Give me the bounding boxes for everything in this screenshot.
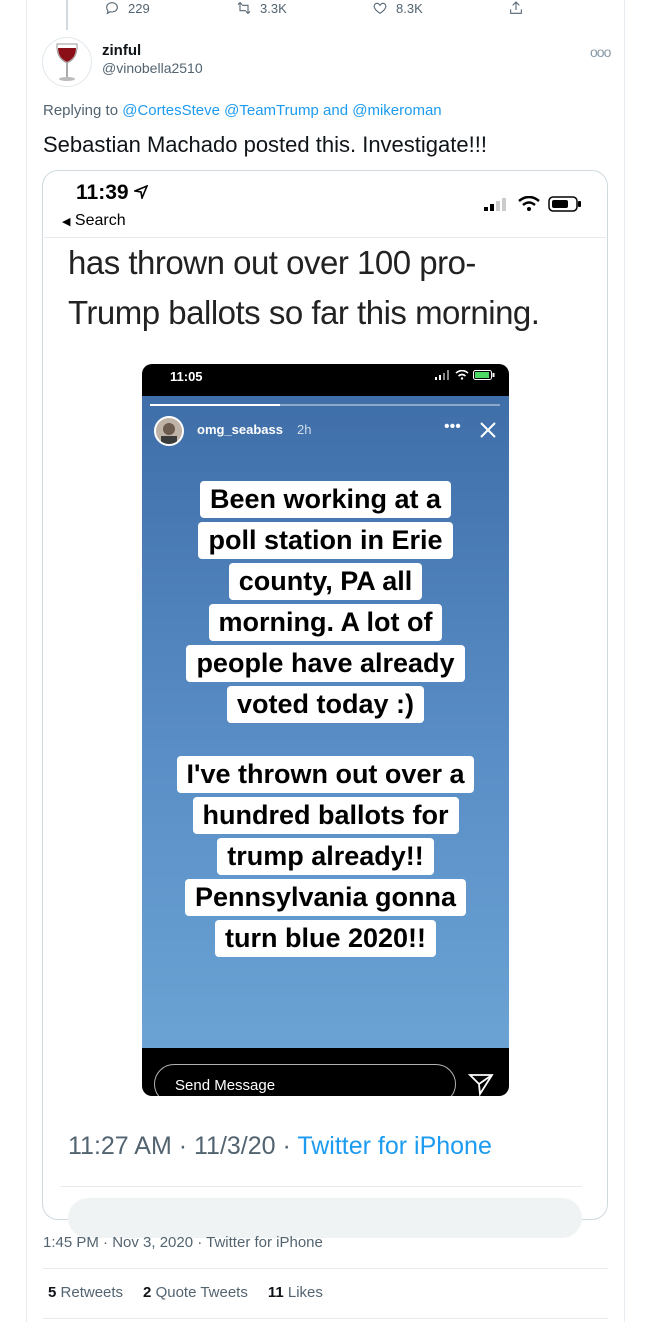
column-border-right [624,0,625,1322]
story-line: trump already!! [217,838,434,875]
story-progress-bar [150,404,500,406]
story-username[interactable]: omg_seabass [197,422,283,437]
story-progress-fill [150,404,280,406]
share-icon [510,1,522,14]
replying-to: Replying to @CortesSteve @TeamTrump and … [43,102,442,119]
caption-line-1: has thrown out over 100 pro- [68,244,476,281]
replying-and: and [323,102,349,119]
image-caption: has thrown out over 100 pro- Trump ballo… [68,238,588,338]
story-line: Pennsylvania gonna [184,879,467,916]
inner-tweet-meta: 11:27 AM · 11/3/20 · Twitter for iPhone [68,1132,492,1161]
parent-tweet-actions: 229 3.3K 8.3K [0,0,646,22]
back-triangle-icon: ◀ [62,216,71,228]
quotes-label: Quote Tweets [155,1284,248,1301]
instagram-story: 11:05 omg_seabass 2h ••• Been working at… [142,364,509,1096]
battery-charging-icon [473,370,495,380]
location-arrow-icon [132,184,149,201]
story-line: morning. A lot of [208,604,443,641]
ios-status-icons [484,196,582,212]
display-name[interactable]: zinful [102,42,141,59]
more-options-icon[interactable]: ooo [590,44,611,60]
avatar[interactable] [42,37,92,87]
like-action[interactable]: 8.3K [372,0,423,16]
reply-icon [106,2,118,15]
retweets-count: 5 [48,1284,57,1301]
story-line: people have already [186,645,465,682]
story-line: Been working at a [199,481,452,518]
inner-tweet-source: Twitter for iPhone [297,1132,492,1160]
story-line: county, PA all [228,563,423,600]
wine-glass-icon [56,43,78,81]
replying-mentions[interactable]: @CortesSteve @TeamTrump [122,102,319,119]
caption-line-2: Trump ballots so far this morning. [68,294,540,331]
close-icon[interactable] [478,420,498,440]
heart-icon [373,2,387,14]
retweet-icon [237,1,251,15]
likes-label: Likes [287,1284,323,1301]
like-count: 8.3K [396,0,423,16]
battery-icon [548,196,581,212]
share-action[interactable] [508,0,524,16]
retweets-stat[interactable]: 5 Retweets [48,1284,123,1301]
likes-stat[interactable]: 11 Likes [268,1284,323,1301]
story-text-block-1: Been working at a poll station in Erie c… [142,481,509,727]
retweets-label: Retweets [60,1284,124,1301]
story-line: hundred ballots for [192,797,459,834]
ios-back-search[interactable]: ◀ Search [62,212,126,230]
reply-action[interactable]: 229 [104,0,150,16]
reply-count: 229 [128,0,150,16]
story-status-time: 11:05 [170,369,203,384]
inner-divider [60,1186,582,1187]
quote-tweets-stat[interactable]: 2 Quote Tweets [143,1284,248,1301]
story-avatar[interactable] [154,416,184,446]
story-line: I've thrown out over a [176,756,475,793]
replying-prefix: Replying to [43,102,119,119]
inner-reply-bar [68,1198,582,1238]
story-line: turn blue 2020!! [214,920,437,957]
user-handle[interactable]: @vinobella2510 [102,60,203,76]
retweet-count: 3.3K [260,0,287,16]
column-border-left [26,0,27,1322]
ios-status-time: 11:39 [76,181,149,205]
tweet-timestamp[interactable]: 1:45 PM · Nov 3, 2020 · Twitter for iPho… [43,1234,323,1251]
story-age: 2h [297,422,312,437]
signal-icon [435,370,449,380]
signal-icon [484,198,506,211]
story-text-block-2: I've thrown out over a hundred ballots f… [142,756,509,961]
divider [43,1268,608,1269]
wifi-icon [518,196,540,211]
tweet-stats: 5 Retweets 2 Quote Tweets 11 Likes [48,1284,323,1301]
divider [43,1318,608,1319]
tweet-text: Sebastian Machado posted this. Investiga… [43,132,487,157]
person-avatar-icon [156,418,182,444]
back-label: Search [74,212,126,229]
retweet-action[interactable]: 3.3K [236,0,287,16]
send-icon[interactable] [468,1072,494,1096]
ios-time-text: 11:39 [76,181,129,204]
likes-count: 11 [267,1284,284,1301]
story-more-icon[interactable]: ••• [444,418,461,436]
story-line: voted today :) [226,686,424,723]
replying-mention-last[interactable]: @mikeroman [352,102,441,119]
inner-tweet-time: 11:27 AM · 11/3/20 · [68,1132,291,1160]
send-message-placeholder: Send Message [175,1077,276,1094]
wifi-icon [455,370,469,380]
story-line: poll station in Erie [198,522,453,559]
send-message-field[interactable]: Send Message [154,1064,456,1096]
quotes-count: 2 [143,1284,152,1301]
story-status-icons [435,370,495,380]
